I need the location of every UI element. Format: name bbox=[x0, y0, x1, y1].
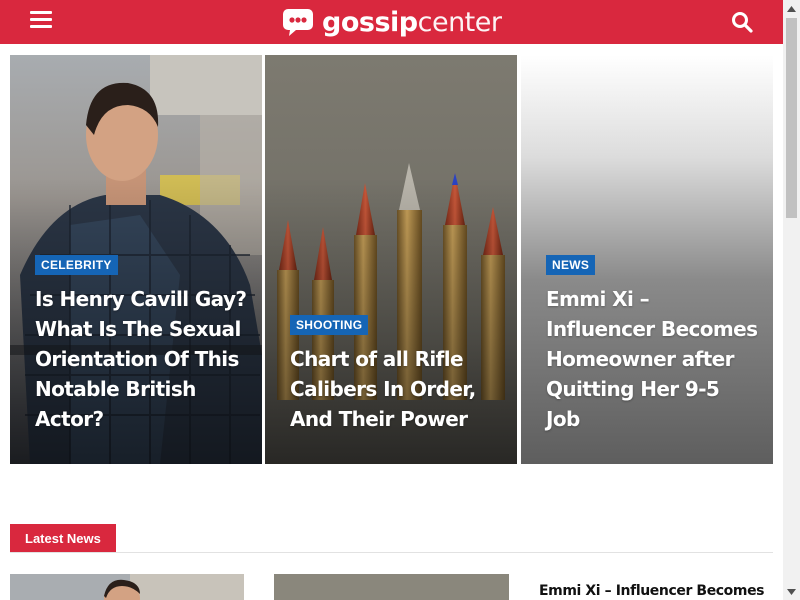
featured-grid: CELEBRITY Is Henry Cavill Gay? What Is T… bbox=[10, 55, 773, 464]
category-badge[interactable]: SHOOTING bbox=[290, 315, 369, 335]
featured-card-2[interactable]: SHOOTING Chart of all Rifle Calibers In … bbox=[265, 55, 517, 464]
scroll-up-arrow-icon[interactable] bbox=[783, 0, 800, 17]
chat-bubble-icon bbox=[283, 9, 313, 36]
card-title[interactable]: Chart of all Rifle Calibers In Order, An… bbox=[290, 344, 503, 434]
latest-news-tab[interactable]: Latest News bbox=[10, 524, 116, 553]
scroll-down-arrow-icon[interactable] bbox=[783, 583, 800, 600]
latest-thumb-1[interactable] bbox=[10, 574, 244, 600]
site-logo[interactable]: gossipcenter bbox=[282, 4, 502, 40]
card-title[interactable]: Emmi Xi – Influencer Becomes Homeowner a… bbox=[546, 284, 759, 434]
vertical-scrollbar[interactable] bbox=[783, 0, 800, 600]
logo-text: gossipcenter bbox=[322, 6, 502, 38]
hamburger-menu-icon[interactable] bbox=[30, 11, 52, 31]
card-content: CELEBRITY Is Henry Cavill Gay? What Is T… bbox=[35, 255, 248, 434]
card-content: SHOOTING Chart of all Rifle Calibers In … bbox=[290, 315, 503, 434]
category-badge[interactable]: NEWS bbox=[546, 255, 596, 275]
card-title[interactable]: Is Henry Cavill Gay? What Is The Sexual … bbox=[35, 284, 248, 434]
card-content: NEWS Emmi Xi – Influencer Becomes Homeow… bbox=[546, 255, 759, 434]
latest-thumb-2[interactable] bbox=[274, 574, 509, 600]
latest-thumb-image-1 bbox=[10, 574, 244, 600]
featured-card-1[interactable]: CELEBRITY Is Henry Cavill Gay? What Is T… bbox=[10, 55, 262, 464]
scrollbar-thumb[interactable] bbox=[786, 18, 797, 218]
featured-card-3[interactable]: NEWS Emmi Xi – Influencer Becomes Homeow… bbox=[521, 55, 773, 464]
site-header: gossipcenter bbox=[0, 0, 783, 44]
latest-headline[interactable]: Emmi Xi – Influencer Becomes bbox=[539, 583, 769, 599]
section-divider bbox=[10, 552, 773, 553]
page: gossipcenter CELEBRITY Is Henry Cavill G… bbox=[0, 0, 783, 600]
latest-thumb-image-2 bbox=[274, 574, 509, 600]
category-badge[interactable]: CELEBRITY bbox=[35, 255, 118, 275]
logo-text-bold: gossip bbox=[322, 6, 418, 38]
logo-text-light: center bbox=[417, 6, 502, 38]
search-icon[interactable] bbox=[730, 10, 754, 34]
